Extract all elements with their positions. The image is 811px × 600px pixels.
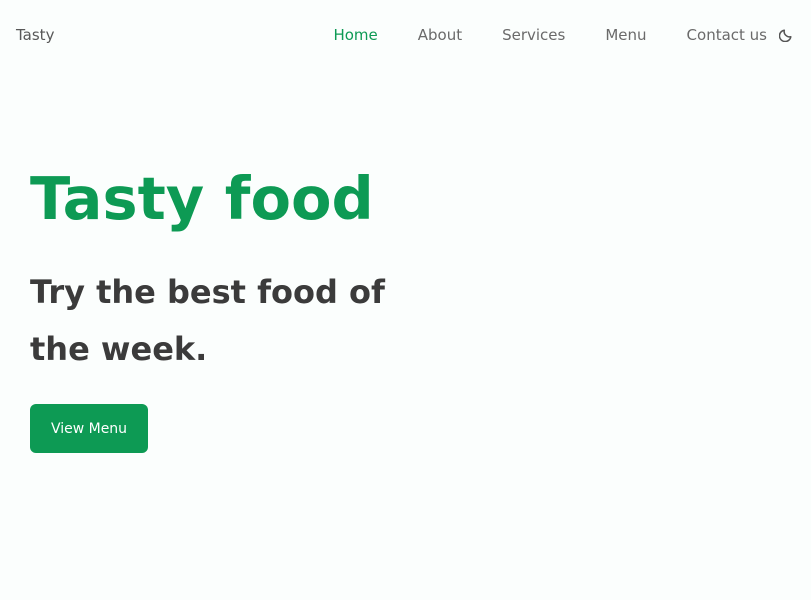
theme-toggle-button[interactable] [779,26,795,42]
hero-subtitle: Try the best food of the week. [30,273,385,368]
hero-section: Tasty food Try the best food of the week… [30,160,430,378]
nav-link-about[interactable]: About [418,26,462,44]
moon-icon [779,29,792,42]
hero-title: Tasty food [30,164,374,233]
page: Tasty Home About Services Menu Contact u… [0,0,811,600]
nav-link-services[interactable]: Services [502,26,565,44]
logo-link[interactable]: Tasty [16,26,54,44]
site-header: Tasty Home About Services Menu Contact u… [0,0,811,72]
nav-link-contact[interactable]: Contact us [687,26,767,44]
nav-link-menu[interactable]: Menu [605,26,646,44]
nav-link-home[interactable]: Home [333,26,377,44]
view-menu-button[interactable]: View Menu [30,404,148,453]
